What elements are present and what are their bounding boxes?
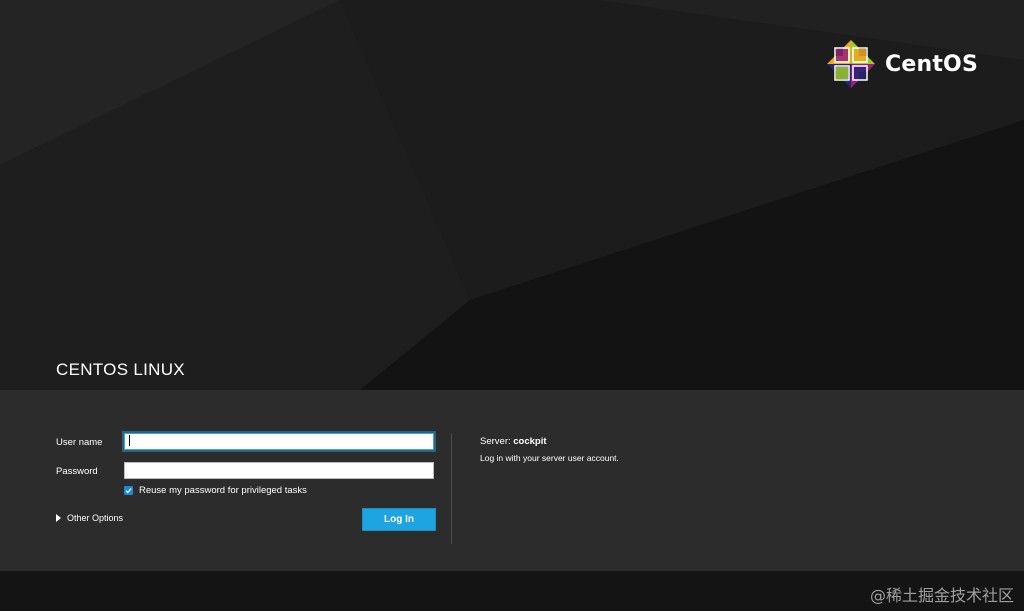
login-page: CentOS CENTOS LINUX User name Password R…	[0, 0, 1024, 611]
username-label: User name	[56, 437, 103, 448]
reuse-password-label: Reuse my password for privileged tasks	[139, 485, 307, 496]
password-label: Password	[56, 466, 98, 477]
password-input[interactable]	[124, 462, 434, 479]
reuse-password-checkbox-row[interactable]: Reuse my password for privileged tasks	[124, 485, 307, 496]
watermark: @稀土掘金技术社区	[869, 586, 1014, 605]
login-hint: Log in with your server user account.	[480, 453, 619, 463]
os-title: CENTOS LINUX	[56, 360, 185, 379]
brand-name: CentOS	[885, 51, 978, 77]
username-input[interactable]	[124, 433, 434, 450]
text-caret	[129, 435, 130, 446]
other-options-toggle[interactable]: Other Options	[56, 513, 123, 523]
server-name: cockpit	[513, 436, 547, 447]
login-button[interactable]: Log In	[362, 508, 436, 531]
server-line: Server: cockpit	[480, 436, 619, 447]
reuse-password-checkbox[interactable]	[124, 486, 133, 495]
centos-logo-icon	[827, 40, 875, 88]
vertical-divider	[451, 433, 452, 544]
centos-brand: CentOS	[826, 38, 986, 90]
server-info: Server: cockpit Log in with your server …	[480, 436, 619, 463]
checkmark-icon	[125, 488, 132, 494]
other-options-label: Other Options	[67, 513, 124, 523]
server-prefix: Server:	[480, 436, 511, 447]
login-band	[0, 390, 1024, 571]
caret-right-icon	[56, 514, 61, 522]
